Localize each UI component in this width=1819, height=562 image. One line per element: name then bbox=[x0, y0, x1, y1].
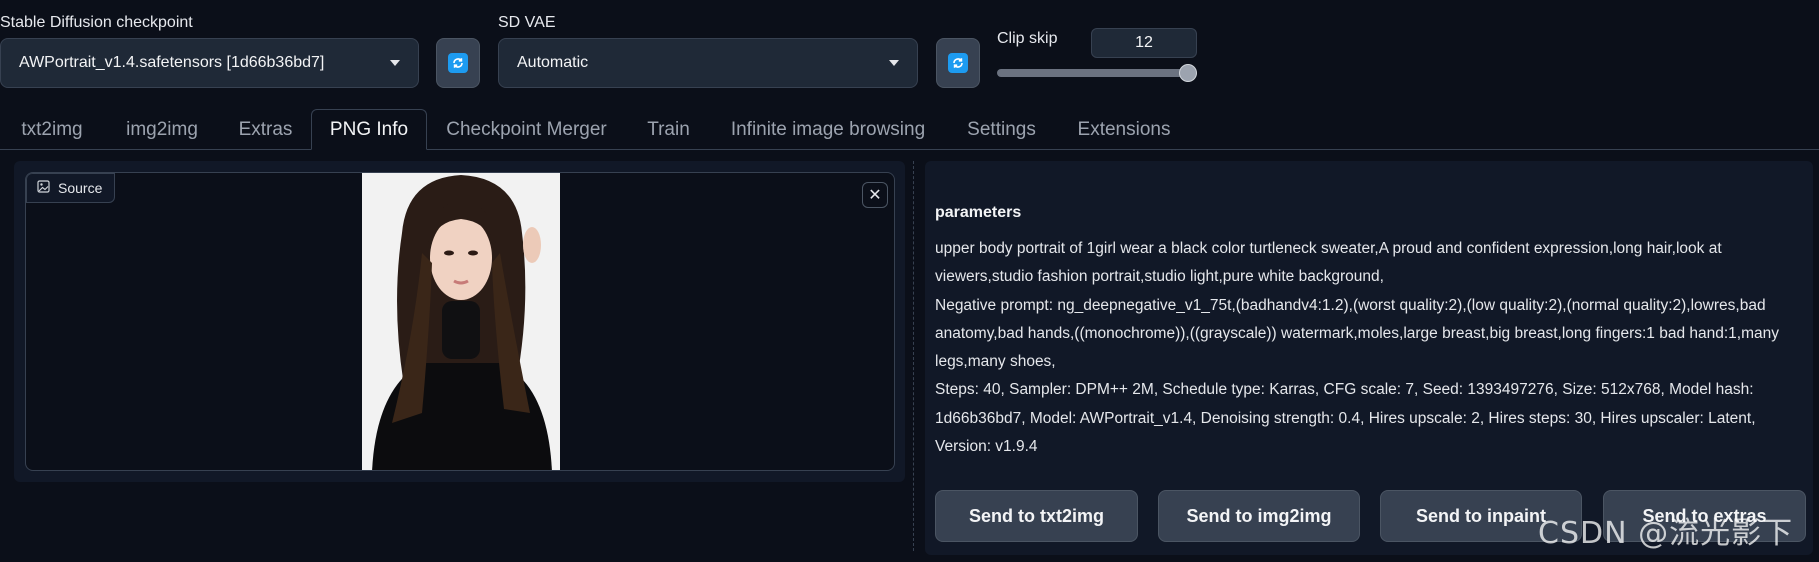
refresh-icon bbox=[948, 53, 968, 73]
send-to-img2img-button[interactable]: Send to img2img bbox=[1158, 490, 1360, 542]
clip-skip-slider-thumb[interactable] bbox=[1179, 64, 1197, 82]
tab-infinite-image-browsing[interactable]: Infinite image browsing bbox=[711, 109, 945, 150]
clip-skip-slider-track[interactable] bbox=[997, 69, 1197, 77]
refresh-icon bbox=[448, 53, 468, 73]
chevron-down-icon bbox=[889, 60, 899, 66]
image-icon bbox=[37, 180, 50, 196]
clip-skip-number-input[interactable]: 12 bbox=[1091, 28, 1197, 58]
panel-divider bbox=[913, 161, 914, 551]
vae-value: Automatic bbox=[517, 54, 589, 71]
chevron-down-icon bbox=[390, 60, 400, 66]
checkpoint-label: Stable Diffusion checkpoint bbox=[0, 14, 193, 31]
source-label-tag: Source bbox=[26, 173, 115, 203]
checkpoint-refresh-button[interactable] bbox=[436, 38, 480, 88]
clip-skip-label: Clip skip bbox=[997, 30, 1058, 47]
source-image-dropzone[interactable]: Source ✕ bbox=[25, 172, 895, 471]
parameters-heading: parameters bbox=[935, 204, 1022, 221]
tab-png-info[interactable]: PNG Info bbox=[311, 109, 427, 150]
vae-label: SD VAE bbox=[498, 14, 556, 31]
csdn-watermark: CSDN @流光影下 bbox=[1538, 516, 1794, 551]
close-icon[interactable]: ✕ bbox=[862, 182, 888, 208]
tab-train[interactable]: Train bbox=[626, 109, 711, 150]
tab-extensions[interactable]: Extensions bbox=[1058, 109, 1190, 150]
tab-extras[interactable]: Extras bbox=[220, 109, 311, 150]
parameters-text: upper body portrait of 1girl wear a blac… bbox=[935, 240, 1780, 456]
source-image bbox=[362, 173, 560, 470]
tab-img2img[interactable]: img2img bbox=[104, 109, 220, 150]
send-to-txt2img-button[interactable]: Send to txt2img bbox=[935, 490, 1138, 542]
checkpoint-select[interactable]: AWPortrait_v1.4.safetensors [1d66b36bd7] bbox=[0, 38, 419, 88]
checkpoint-value: AWPortrait_v1.4.safetensors [1d66b36bd7] bbox=[19, 54, 325, 71]
tab-checkpoint-merger[interactable]: Checkpoint Merger bbox=[427, 109, 626, 150]
vae-refresh-button[interactable] bbox=[936, 38, 980, 88]
vae-select[interactable]: Automatic bbox=[498, 38, 918, 88]
tab-txt2img[interactable]: txt2img bbox=[0, 109, 104, 150]
tab-settings[interactable]: Settings bbox=[945, 109, 1058, 150]
source-label: Source bbox=[58, 180, 103, 196]
